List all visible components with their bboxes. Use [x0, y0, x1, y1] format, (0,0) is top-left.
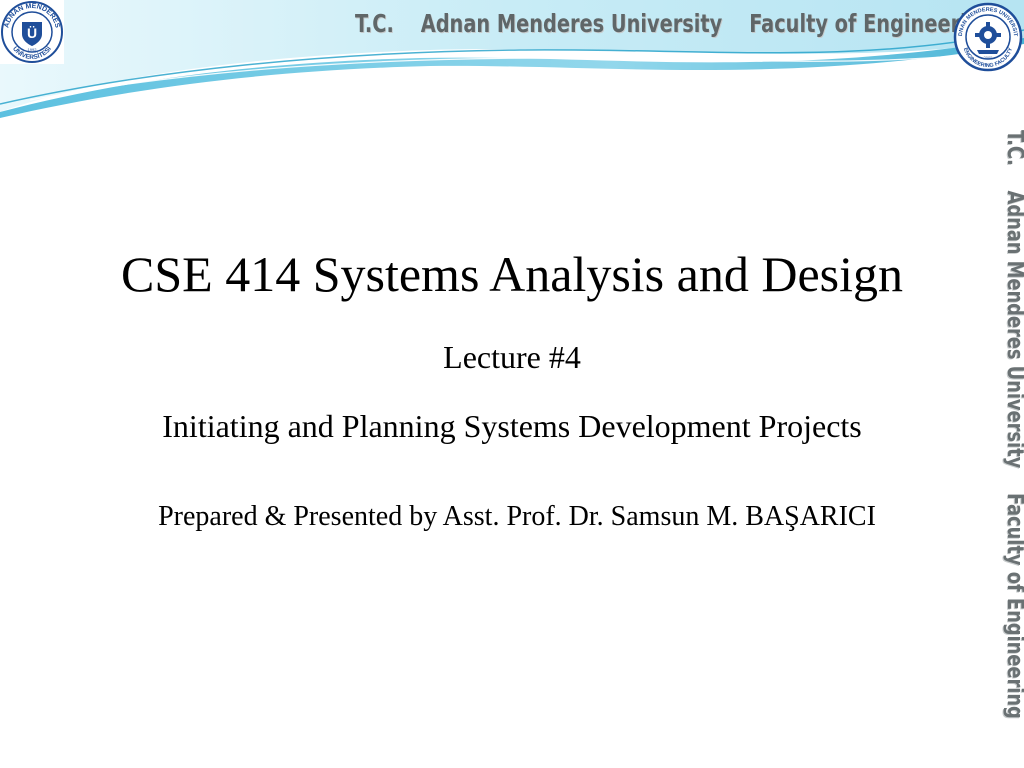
lecture-number: Lecture #4	[443, 339, 581, 375]
seal-center-letter: Ü	[27, 25, 37, 41]
presenter-line: Prepared & Presented by Asst. Prof. Dr. …	[158, 501, 876, 532]
header-title: T.C. Adnan Menderes University Faculty o…	[355, 9, 995, 38]
course-title: CSE 414 Systems Analysis and Design	[121, 246, 903, 302]
engineering-faculty-seal-icon: ADNAN MENDERES UNIVERSITY ENGINEERING FA…	[953, 2, 1023, 72]
slide: T.C. Adnan Menderes University Faculty o…	[0, 0, 1024, 768]
seal-year: 1992	[28, 47, 38, 52]
university-seal-icon: ADNAN MENDERES ÜNİVERSİTESİ Ü 1992	[0, 0, 64, 64]
lecture-subtitle: Initiating and Planning Systems Developm…	[162, 408, 862, 444]
seal-year: 2005	[984, 55, 994, 60]
side-vertical-title: T.C. Adnan Menderes University Faculty o…	[1002, 130, 1024, 719]
